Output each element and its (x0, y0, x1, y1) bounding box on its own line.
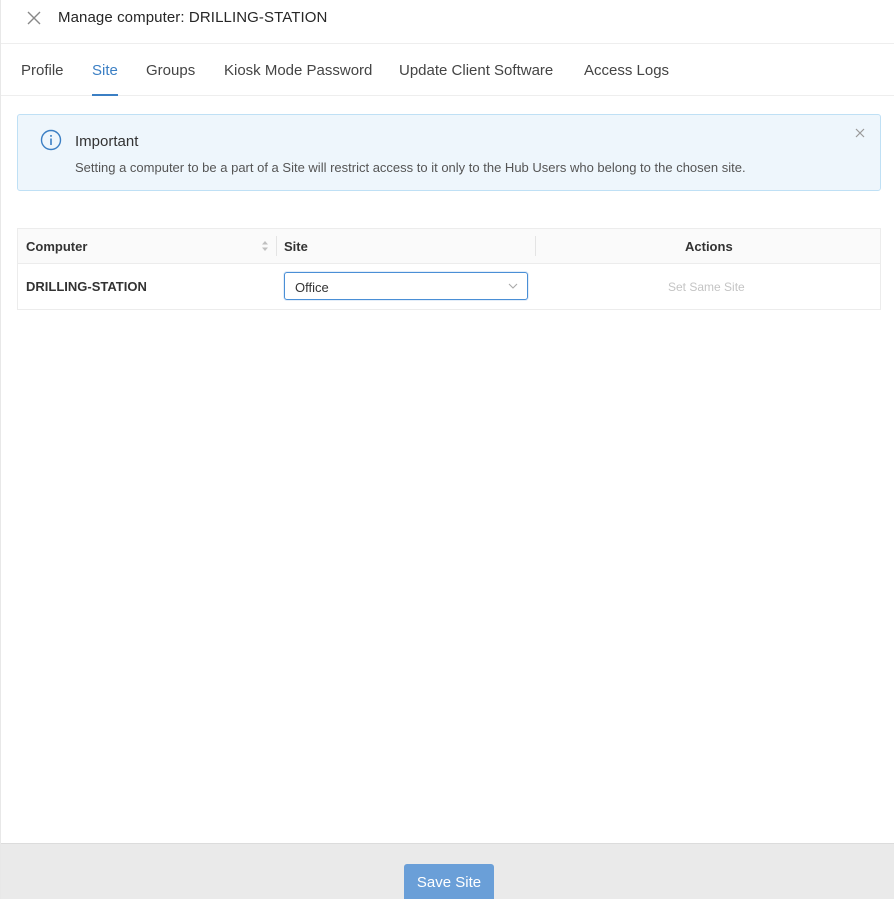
column-divider (535, 236, 536, 256)
sort-icon[interactable] (261, 240, 269, 252)
set-same-site-button[interactable]: Set Same Site (668, 280, 745, 294)
panel-header: Manage computer: DRILLING-STATION (1, 0, 894, 44)
column-header-site: Site (284, 239, 308, 254)
save-site-button[interactable]: Save Site (404, 864, 494, 899)
alert-title: Important (75, 133, 139, 150)
tab-groups[interactable]: Groups (146, 62, 195, 79)
alert-message: Setting a computer to be a part of a Sit… (75, 160, 746, 175)
tab-access-logs[interactable]: Access Logs (584, 62, 669, 79)
active-tab-indicator (92, 94, 118, 96)
tab-profile[interactable]: Profile (21, 62, 64, 79)
tab-kiosk-mode-password[interactable]: Kiosk Mode Password (224, 62, 372, 79)
table-header: Computer Site Actions (18, 229, 880, 264)
table-row: DRILLING-STATION Office Set Same Site (18, 264, 880, 310)
info-alert: Important Setting a computer to be a par… (17, 114, 881, 191)
tab-site[interactable]: Site (92, 62, 118, 79)
panel-footer: Save Site (1, 843, 894, 899)
column-header-actions: Actions (685, 239, 733, 254)
manage-computer-panel: Manage computer: DRILLING-STATION Profil… (0, 0, 894, 899)
close-icon[interactable] (25, 9, 43, 27)
site-select-value: Office (295, 280, 329, 295)
column-header-computer[interactable]: Computer (26, 239, 87, 254)
column-divider (276, 236, 277, 256)
site-select[interactable]: Office (284, 272, 528, 300)
page-title: Manage computer: DRILLING-STATION (58, 9, 328, 26)
info-icon (40, 129, 62, 151)
alert-close-icon[interactable] (854, 127, 866, 139)
site-table: Computer Site Actions DRILLING-STATION O… (17, 228, 881, 310)
tab-bar: Profile Site Groups Kiosk Mode Password … (1, 44, 894, 96)
chevron-down-icon (508, 283, 518, 289)
computer-name-cell: DRILLING-STATION (26, 279, 147, 294)
tab-update-client-software[interactable]: Update Client Software (399, 62, 553, 79)
